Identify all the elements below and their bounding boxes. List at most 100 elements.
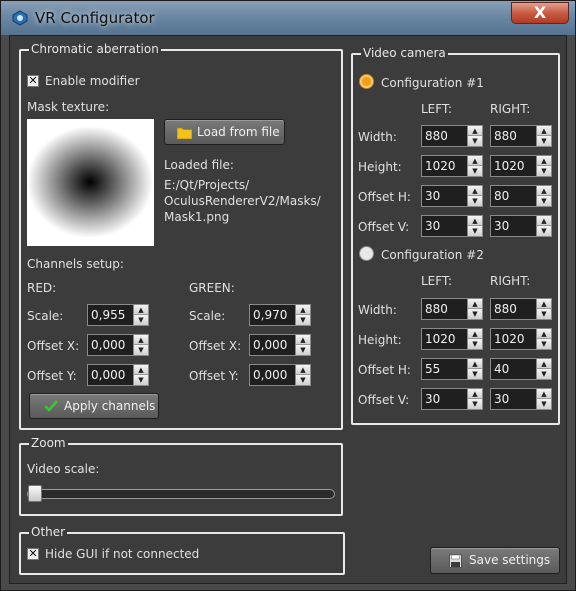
spin-down-icon[interactable]: ▼	[467, 136, 482, 146]
video-scale-slider-track[interactable]	[27, 489, 335, 499]
spin-down-icon[interactable]: ▼	[536, 226, 551, 236]
spin-up-icon[interactable]: ▲	[133, 365, 148, 375]
spin-up-icon[interactable]: ▲	[295, 335, 310, 345]
spin-up-icon[interactable]: ▲	[467, 156, 482, 166]
left-column-label: LEFT:	[421, 274, 453, 288]
spin-down-icon[interactable]: ▼	[536, 369, 551, 379]
configuration-1-radio[interactable]	[359, 74, 374, 89]
right-column-label: RIGHT:	[490, 102, 531, 116]
group-title: Video camera	[361, 45, 448, 61]
mask-gradient	[27, 126, 153, 238]
offset-v-label: Offset V:	[358, 393, 410, 407]
red-scale-spinbox[interactable]: 0,955 ▲ ▼	[87, 304, 149, 326]
config1-height-right-spinbox[interactable]: 1020 ▲ ▼	[490, 155, 552, 177]
spin-down-icon[interactable]: ▼	[467, 196, 482, 206]
red-offset-x-spinbox[interactable]: 0,000 ▲ ▼	[87, 334, 149, 356]
spin-down-icon[interactable]: ▼	[536, 136, 551, 146]
spin-up-icon[interactable]: ▲	[536, 186, 551, 196]
hide-gui-checkbox[interactable]: ✕	[27, 548, 39, 560]
spin-down-icon[interactable]: ▼	[467, 309, 482, 319]
video-camera-group: Video camera Configuration #1 LEFT: RIGH…	[351, 45, 560, 425]
config1-offset-v-right-spinbox[interactable]: 30 ▲ ▼	[490, 215, 552, 237]
load-from-file-label: Load from file	[197, 125, 280, 139]
green-offset-y-spinbox[interactable]: 0,000 ▲ ▼	[249, 364, 311, 386]
spin-value: 0,000	[91, 368, 126, 382]
save-settings-button[interactable]: Save settings	[430, 547, 560, 574]
spin-down-icon[interactable]: ▼	[467, 166, 482, 176]
spin-up-icon[interactable]: ▲	[467, 216, 482, 226]
enable-modifier-checkbox[interactable]: ✕	[27, 75, 39, 87]
spin-down-icon[interactable]: ▼	[467, 369, 482, 379]
config2-height-left-spinbox[interactable]: 1020 ▲ ▼	[421, 328, 483, 350]
spin-down-icon[interactable]: ▼	[133, 315, 148, 325]
spin-down-icon[interactable]: ▼	[467, 399, 482, 409]
offset-v-label: Offset V:	[358, 220, 410, 234]
other-group: Other ✕ Hide GUI if not connected	[19, 524, 345, 575]
config2-offset-v-left-spinbox[interactable]: 30 ▲ ▼	[421, 388, 483, 410]
spin-down-icon[interactable]: ▼	[133, 345, 148, 355]
spin-down-icon[interactable]: ▼	[295, 375, 310, 385]
spin-up-icon[interactable]: ▲	[536, 389, 551, 399]
spin-down-icon[interactable]: ▼	[133, 375, 148, 385]
config2-width-right-spinbox[interactable]: 880 ▲ ▼	[490, 298, 552, 320]
config2-width-left-spinbox[interactable]: 880 ▲ ▼	[421, 298, 483, 320]
spin-up-icon[interactable]: ▲	[295, 305, 310, 315]
spin-down-icon[interactable]: ▼	[536, 339, 551, 349]
config2-offset-v-right-spinbox[interactable]: 30 ▲ ▼	[490, 388, 552, 410]
spin-up-icon[interactable]: ▲	[467, 329, 482, 339]
spin-value: 0,000	[253, 338, 288, 352]
spin-up-icon[interactable]: ▲	[467, 299, 482, 309]
spin-up-icon[interactable]: ▲	[467, 126, 482, 136]
config2-offset-h-right-spinbox[interactable]: 40 ▲ ▼	[490, 358, 552, 380]
close-button[interactable]: X	[511, 2, 569, 24]
config1-width-right-spinbox[interactable]: 880 ▲ ▼	[490, 125, 552, 147]
spin-up-icon[interactable]: ▲	[467, 389, 482, 399]
spin-down-icon[interactable]: ▼	[467, 226, 482, 236]
apply-channels-button[interactable]: Apply channels	[29, 393, 159, 419]
title-bar[interactable]: VR Configurator X	[1, 1, 575, 35]
spin-down-icon[interactable]: ▼	[467, 339, 482, 349]
spin-down-icon[interactable]: ▼	[536, 166, 551, 176]
load-from-file-button[interactable]: Load from file	[164, 119, 285, 145]
spin-up-icon[interactable]: ▲	[295, 365, 310, 375]
check-icon	[44, 400, 58, 412]
green-scale-spinbox[interactable]: 0,970 ▲ ▼	[249, 304, 311, 326]
spin-up-icon[interactable]: ▲	[536, 126, 551, 136]
video-scale-slider-handle[interactable]	[28, 485, 42, 502]
spin-up-icon[interactable]: ▲	[536, 329, 551, 339]
spin-up-icon[interactable]: ▲	[536, 156, 551, 166]
config1-width-left-spinbox[interactable]: 880 ▲ ▼	[421, 125, 483, 147]
config1-height-left-spinbox[interactable]: 1020 ▲ ▼	[421, 155, 483, 177]
zoom-group: Zoom Video scale:	[19, 435, 343, 516]
green-offset-x-spinbox[interactable]: 0,000 ▲ ▼	[249, 334, 311, 356]
spin-down-icon[interactable]: ▼	[536, 196, 551, 206]
spin-down-icon[interactable]: ▼	[536, 399, 551, 409]
width-label: Width:	[358, 303, 397, 317]
config1-offset-h-right-spinbox[interactable]: 80 ▲ ▼	[490, 185, 552, 207]
red-offset-y-spinbox[interactable]: 0,000 ▲ ▼	[87, 364, 149, 386]
spin-value: 55	[425, 362, 441, 376]
red-channel-title: RED:	[27, 281, 57, 295]
config1-offset-v-left-spinbox[interactable]: 30 ▲ ▼	[421, 215, 483, 237]
spin-value: 880	[494, 129, 517, 143]
loaded-file-path-line: Mask1.png	[164, 210, 230, 224]
spin-up-icon[interactable]: ▲	[536, 216, 551, 226]
spin-down-icon[interactable]: ▼	[295, 315, 310, 325]
spin-value: 1020	[425, 332, 456, 346]
loaded-file-path-line: OculusRendererV2/Masks/	[164, 194, 321, 208]
config2-offset-h-left-spinbox[interactable]: 55 ▲ ▼	[421, 358, 483, 380]
offset-h-label: Offset H:	[358, 363, 411, 377]
spin-up-icon[interactable]: ▲	[133, 335, 148, 345]
spin-up-icon[interactable]: ▲	[467, 186, 482, 196]
spin-up-icon[interactable]: ▲	[133, 305, 148, 315]
spin-down-icon[interactable]: ▼	[536, 309, 551, 319]
configuration-2-radio[interactable]	[359, 246, 374, 261]
spin-value: 1020	[494, 332, 525, 346]
spin-up-icon[interactable]: ▲	[467, 359, 482, 369]
config2-height-right-spinbox[interactable]: 1020 ▲ ▼	[490, 328, 552, 350]
config1-offset-h-left-spinbox[interactable]: 30 ▲ ▼	[421, 185, 483, 207]
spin-down-icon[interactable]: ▼	[295, 345, 310, 355]
spin-up-icon[interactable]: ▲	[536, 299, 551, 309]
spin-up-icon[interactable]: ▲	[536, 359, 551, 369]
green-offset-y-label: Offset Y:	[189, 369, 239, 383]
